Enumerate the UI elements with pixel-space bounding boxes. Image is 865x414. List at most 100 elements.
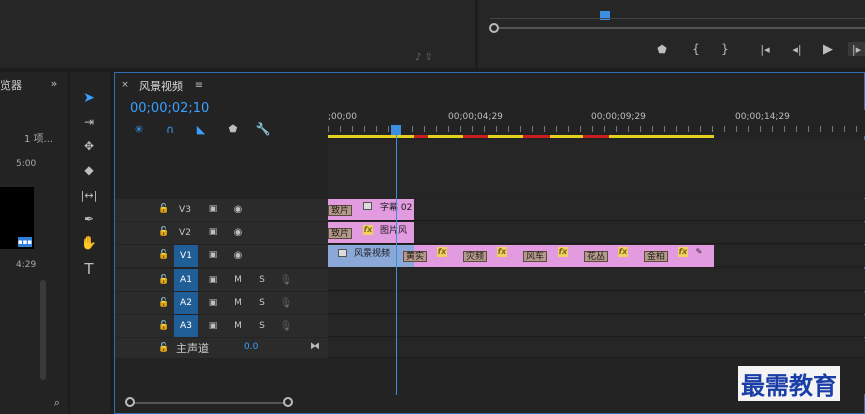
lock-icon[interactable]: 🔓	[158, 342, 170, 354]
render-bar	[328, 135, 714, 138]
ruler-label-0: ;00;00	[328, 112, 357, 122]
lane-a2[interactable]	[328, 292, 865, 314]
search-icon[interactable]: ⌕	[50, 396, 64, 410]
lock-icon[interactable]: 🔓	[158, 297, 170, 309]
panel-overflow-icon[interactable]: »	[46, 76, 62, 90]
eye-icon[interactable]: ◉	[231, 249, 245, 261]
close-tab-icon[interactable]: ×	[120, 79, 130, 91]
lane-master[interactable]	[328, 338, 865, 358]
thumb-duration: 5:00	[16, 159, 37, 169]
clip-tag: 灾频	[463, 251, 488, 262]
panel-menu-icon[interactable]: ≡	[193, 79, 205, 91]
mute-button[interactable]: M	[228, 270, 248, 290]
marker-icon[interactable]: ⬟	[655, 42, 669, 56]
track-header-a1	[115, 269, 328, 291]
project-panel-tab[interactable]: 览器	[0, 77, 22, 93]
track-target-a3[interactable]: A3	[174, 315, 198, 337]
mic-icon[interactable]: 🎙	[280, 319, 293, 333]
ruler-label-1: 00;00;04;29	[448, 112, 503, 122]
sync-lock-icon[interactable]: ▣	[206, 203, 220, 215]
step-forward-icon[interactable]: |▸	[848, 42, 865, 56]
track-target-a2[interactable]: A2	[174, 292, 198, 314]
step-back-icon[interactable]: ◂|	[789, 42, 805, 56]
lock-icon[interactable]: 🔓	[158, 274, 170, 286]
clip-tag: 金柏	[644, 251, 669, 262]
watermark-logo: 最需教育	[738, 366, 840, 401]
pen-tool-icon[interactable]: ✒	[78, 210, 100, 228]
selection-tool-icon[interactable]: ➤	[78, 88, 100, 108]
program-ruler	[490, 18, 865, 19]
lock-icon[interactable]: 🔓	[158, 203, 170, 215]
solo-button[interactable]: S	[252, 316, 272, 336]
zoom-handle-left[interactable]	[125, 397, 135, 407]
nest-icon[interactable]: ✳	[132, 122, 146, 136]
sync-lock-icon[interactable]: ▣	[206, 249, 220, 261]
play-icon[interactable]: ▶	[820, 42, 836, 57]
mark-in-icon[interactable]: {	[689, 42, 703, 56]
solo-button[interactable]: S	[252, 270, 272, 290]
program-scrub-start-handle[interactable]	[489, 23, 499, 33]
go-to-in-icon[interactable]: |◂	[757, 42, 773, 56]
timecode-display[interactable]: 00;00;02;10	[130, 101, 209, 116]
timeline-zoom-scrollbar[interactable]	[130, 402, 290, 404]
mic-icon[interactable]: 🎙	[280, 273, 293, 287]
slip-tool-icon[interactable]: |↔|	[78, 186, 100, 204]
snap-icon[interactable]: ∩	[163, 122, 177, 136]
clip-tag: 风车	[523, 251, 548, 262]
fx-badge: fx	[437, 247, 447, 257]
sync-lock-icon[interactable]: ▣	[206, 297, 220, 309]
clip-tag: 致片	[328, 205, 353, 216]
razor-tool-icon[interactable]: ◆	[78, 161, 100, 179]
track-target-v2[interactable]: V2	[175, 223, 195, 243]
settings-wrench-icon[interactable]: 🔧	[256, 122, 271, 136]
linked-selection-icon[interactable]: ◣	[194, 122, 208, 136]
playhead-line	[396, 135, 397, 395]
track-select-tool-icon[interactable]: ⇥	[78, 113, 100, 131]
project-scrollbar[interactable]	[40, 280, 46, 380]
sync-lock-icon[interactable]: ▣	[206, 320, 220, 332]
mute-button[interactable]: M	[228, 293, 248, 313]
lock-icon[interactable]: 🔓	[158, 249, 170, 261]
eye-icon[interactable]: ◉	[231, 226, 245, 238]
eye-icon[interactable]: ◉	[231, 203, 245, 215]
mute-button[interactable]: M	[228, 316, 248, 336]
solo-button[interactable]: S	[252, 293, 272, 313]
add-marker-icon[interactable]: ⬟	[226, 122, 240, 136]
ruler-label-3: 00;00;14;29	[735, 112, 790, 122]
zoom-handle-right[interactable]	[283, 397, 293, 407]
sequence-title[interactable]: 风景视频	[139, 78, 183, 94]
sync-lock-icon[interactable]: ▣	[206, 274, 220, 286]
ripple-edit-tool-icon[interactable]: ✥	[78, 137, 100, 155]
sync-lock-icon[interactable]: ▣	[206, 226, 220, 238]
lock-icon[interactable]: 🔓	[158, 320, 170, 332]
lock-icon[interactable]: 🔓	[158, 226, 170, 238]
clip-tag: 致片	[328, 228, 353, 239]
clip-type-icon	[338, 249, 347, 257]
lane-gap	[328, 140, 865, 198]
timeline-playhead[interactable]	[391, 125, 401, 135]
fx-badge: fx	[678, 247, 688, 257]
track-target-a1[interactable]: A1	[174, 269, 198, 291]
fx-badge: fx	[363, 225, 373, 235]
mic-icon[interactable]: 🎙	[280, 296, 293, 310]
lane-a1[interactable]	[328, 269, 865, 291]
clip-tag: 花丛	[584, 251, 609, 262]
source-monitor-footer-icons: ♪ ⇪	[415, 52, 433, 63]
source-monitor-left	[0, 0, 475, 68]
track-target-v3[interactable]: V3	[175, 200, 195, 220]
go-to-end-icon[interactable]: ⧓	[308, 339, 322, 353]
lane-a3[interactable]	[328, 315, 865, 337]
program-scrub-bar[interactable]	[490, 27, 865, 29]
mark-out-icon[interactable]: }	[718, 42, 732, 56]
fx-badge: fx	[558, 247, 568, 257]
master-volume-value[interactable]: 0.0	[244, 342, 258, 352]
type-tool-icon[interactable]: T	[78, 259, 100, 279]
track-header-gap	[115, 140, 328, 198]
clip-title: 图片风	[380, 226, 408, 236]
fx-badge: fx	[497, 247, 507, 257]
track-target-v1[interactable]: V1	[174, 245, 198, 267]
hand-tool-icon[interactable]: ✋	[78, 234, 100, 252]
transition-icon: ✎	[695, 246, 703, 256]
track-header-v2	[115, 222, 328, 244]
master-track-label: 主声道	[176, 342, 209, 355]
